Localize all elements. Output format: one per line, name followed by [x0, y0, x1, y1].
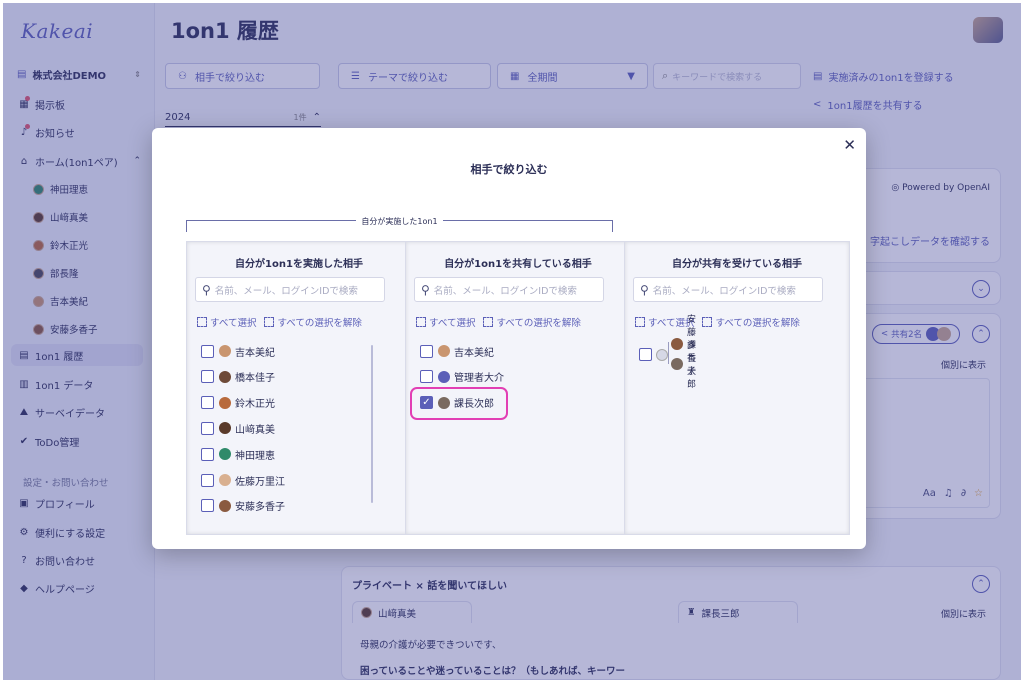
- app-window: Kakeai ▤ 株式会社DEMO ⇕ ▦ 掲示板 ♪ お知らせ ⌂ ホーム(1…: [3, 3, 1021, 680]
- input-placeholder: 名前、メール、ログインIDで検索: [433, 285, 577, 297]
- panel-title: 自分が1on1を共有している相手: [444, 259, 592, 270]
- avatar: [438, 396, 450, 409]
- avatar: [438, 345, 450, 357]
- person-option[interactable]: 橋本佳子: [201, 369, 275, 385]
- panel-title: 自分が1on1を実施した相手: [235, 259, 363, 270]
- avatar: [219, 474, 231, 486]
- avatar: [219, 422, 231, 435]
- modal-title: 相手で絞り込む: [470, 163, 548, 176]
- person-option[interactable]: 神田理恵: [201, 446, 275, 462]
- input-placeholder: 名前、メール、ログインIDで検索: [652, 285, 796, 297]
- select-all-icon: [416, 317, 426, 327]
- search-icon: ⚲: [421, 282, 430, 297]
- avatar: [438, 370, 450, 383]
- person-name: 安藤多香子: [235, 502, 285, 514]
- checkbox[interactable]: [201, 421, 214, 435]
- search-icon: ⚲: [640, 282, 649, 297]
- group-member: 課長太郎: [671, 341, 696, 390]
- search-icon: ⚲: [202, 282, 211, 297]
- checkbox[interactable]: [201, 396, 214, 410]
- deselect-all-button[interactable]: すべての選択を解除: [496, 315, 580, 329]
- group-avatar: [656, 349, 668, 361]
- scrollbar[interactable]: [371, 345, 373, 503]
- person-name: 山﨑真美: [235, 424, 275, 436]
- person-option[interactable]: 吉本美紀: [201, 343, 275, 359]
- select-all-icon: [197, 317, 207, 327]
- checkbox[interactable]: [201, 499, 214, 513]
- person-name: 課長次郎: [454, 399, 494, 411]
- member-name: 課長太郎: [687, 341, 697, 390]
- panel-receiving: 自分が共有を受けている相手 ⚲ 名前、メール、ログインIDで検索 すべて選択 す…: [624, 241, 850, 535]
- avatar: [219, 370, 231, 383]
- checkbox[interactable]: [420, 344, 433, 358]
- checkbox[interactable]: [201, 447, 214, 461]
- deselect-all-icon: [483, 317, 494, 327]
- tree-line: [668, 342, 669, 364]
- select-all-button[interactable]: すべて選択: [429, 315, 475, 329]
- person-name: 吉本美紀: [454, 347, 494, 359]
- group-label: 自分が実施した1on1: [356, 217, 443, 226]
- checkbox[interactable]: [201, 370, 214, 384]
- panel-conducted: 自分が1on1を実施した相手 ⚲ 名前、メール、ログインIDで検索 すべて選択 …: [186, 241, 412, 535]
- deselect-all-button[interactable]: すべての選択を解除: [277, 315, 361, 329]
- select-all-button[interactable]: すべて選択: [210, 315, 256, 329]
- select-controls: すべて選択 すべての選択を解除: [635, 315, 800, 329]
- person-name: 鈴木正光: [235, 399, 275, 411]
- person-option[interactable]: 佐藤万里江: [201, 472, 285, 488]
- person-name: 吉本美紀: [235, 347, 275, 359]
- search-input[interactable]: ⚲ 名前、メール、ログインIDで検索: [414, 277, 604, 302]
- person-option[interactable]: 鈴木正光: [201, 395, 275, 411]
- checkbox-checked[interactable]: ✓: [420, 396, 433, 410]
- search-input[interactable]: ⚲ 名前、メール、ログインIDで検索: [195, 277, 385, 302]
- input-placeholder: 名前、メール、ログインIDで検索: [214, 285, 358, 297]
- person-name: 管理者大介: [454, 373, 504, 385]
- person-option[interactable]: ✓ 課長次郎: [420, 395, 494, 411]
- deselect-all-button[interactable]: すべての選択を解除: [715, 315, 799, 329]
- select-controls: すべて選択 すべての選択を解除: [197, 315, 362, 329]
- person-option[interactable]: 山﨑真美: [201, 420, 275, 436]
- avatar: [219, 448, 231, 461]
- person-option[interactable]: 安藤多香子: [201, 498, 285, 514]
- panel-title: 自分が共有を受けている相手: [672, 259, 802, 270]
- panel-sharing: 自分が1on1を共有している相手 ⚲ 名前、メール、ログインIDで検索 すべて選…: [405, 241, 631, 535]
- person-option[interactable]: 管理者大介: [420, 369, 504, 385]
- close-icon[interactable]: ✕: [843, 136, 856, 154]
- avatar: [671, 338, 683, 350]
- person-name: 橋本佳子: [235, 373, 275, 385]
- avatar: [219, 345, 231, 357]
- deselect-all-icon: [264, 317, 275, 327]
- person-name: 佐藤万里江: [235, 476, 285, 488]
- group-bracket: 自分が実施した1on1: [186, 217, 613, 232]
- filter-partner-modal: 相手で絞り込む ✕ 自分が実施した1on1 自分が1on1を実施した相手 ⚲ 名…: [152, 128, 866, 549]
- checkbox[interactable]: [201, 344, 214, 358]
- checkbox[interactable]: [420, 370, 433, 384]
- search-input[interactable]: ⚲ 名前、メール、ログインIDで検索: [633, 277, 823, 302]
- avatar: [219, 499, 231, 512]
- deselect-all-icon: [702, 317, 713, 327]
- avatar: [219, 396, 231, 409]
- group-checkbox[interactable]: [639, 348, 652, 361]
- person-option[interactable]: 吉本美紀: [420, 343, 494, 359]
- select-controls: すべて選択 すべての選択を解除: [416, 315, 581, 329]
- checkbox[interactable]: [201, 473, 214, 487]
- avatar: [671, 358, 683, 370]
- select-all-icon: [635, 317, 645, 327]
- person-name: 神田理恵: [235, 450, 275, 462]
